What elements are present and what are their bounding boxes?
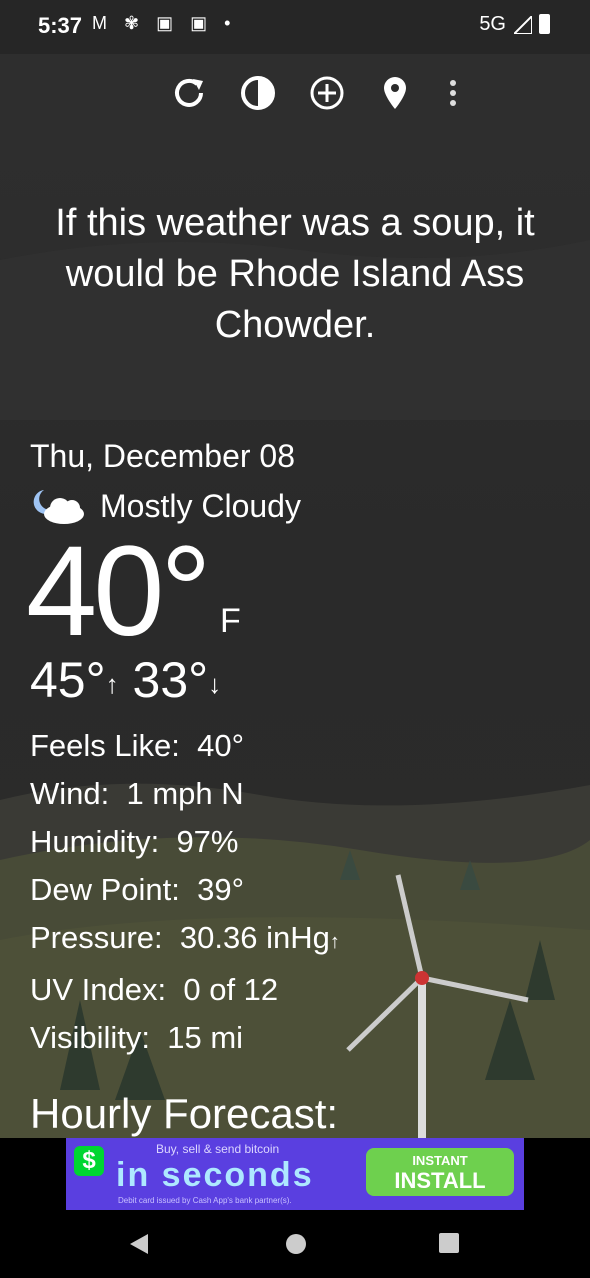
refresh-icon xyxy=(175,78,203,107)
dew-point-row: Dew Point: 39° xyxy=(30,866,340,914)
status-bar: 5:37 M ✾ ▣ ▣ • 5G xyxy=(0,0,590,54)
signal-icon xyxy=(514,16,532,34)
low-temp: 33° xyxy=(132,652,209,708)
forecast-date: Thu, December 08 xyxy=(30,438,296,474)
refresh-button[interactable] xyxy=(166,70,212,116)
pressure-label: Pressure: xyxy=(30,920,163,955)
more-options-button[interactable] xyxy=(430,70,476,116)
arrow-up-icon: ↑ xyxy=(105,668,119,699)
visibility-row: Visibility: 15 mi xyxy=(30,1014,340,1062)
weather-details: Feels Like: 40° Wind: 1 mph N Humidity: … xyxy=(30,722,340,1062)
condition-text: Mostly Cloudy xyxy=(100,487,301,524)
current-temperature: 40° xyxy=(26,520,212,663)
pressure-value: 30.36 inHg xyxy=(179,920,330,955)
location-button[interactable] xyxy=(372,70,418,116)
uv-row: UV Index: 0 of 12 xyxy=(30,966,340,1014)
wind-row: Wind: 1 mph N xyxy=(30,770,340,818)
ad-top-text: Buy, sell & send bitcoin xyxy=(156,1142,280,1156)
more-vert-icon xyxy=(450,80,456,106)
hourly-forecast-title: Hourly Forecast: xyxy=(30,1090,339,1137)
wind-value: 1 mph N xyxy=(126,776,244,811)
dew-point-label: Dew Point: xyxy=(30,872,180,907)
navigation-bar xyxy=(0,1212,590,1278)
status-time: 5:37 xyxy=(38,13,83,38)
theme-button[interactable] xyxy=(235,70,281,116)
high-low: 45°↑ 33°↓ xyxy=(30,650,221,714)
visibility-label: Visibility: xyxy=(30,1020,151,1055)
feels-like-row: Feels Like: 40° xyxy=(30,722,340,770)
cta-main-text: INSTALL xyxy=(394,1168,486,1193)
location-pin-icon xyxy=(384,77,406,109)
pressure-rising-icon: ↑ xyxy=(329,931,340,953)
recents-icon[interactable] xyxy=(438,1232,460,1254)
humidity-value: 97% xyxy=(176,824,239,859)
toolbar xyxy=(175,70,590,120)
uv-value: 0 of 12 xyxy=(183,972,279,1007)
theme-icon xyxy=(241,76,275,110)
banner-ad[interactable]: $ Buy, sell & send bitcoin in seconds De… xyxy=(66,1138,524,1210)
arrow-down-icon: ↓ xyxy=(208,668,222,699)
ad-bar: $ Buy, sell & send bitcoin in seconds De… xyxy=(0,1138,590,1212)
humidity-label: Humidity: xyxy=(30,824,160,859)
visibility-value: 15 mi xyxy=(167,1020,244,1055)
dew-point-value: 39° xyxy=(197,872,245,907)
install-button[interactable]: INSTANT INSTALL xyxy=(366,1148,514,1196)
snarky-headline: If this weather was a soup, it would be … xyxy=(55,202,535,346)
ad-small-text: Debit card issued by Cash App's bank par… xyxy=(118,1196,292,1205)
uv-label: UV Index: xyxy=(30,972,167,1007)
cash-app-logo: $ xyxy=(74,1146,104,1176)
add-location-icon xyxy=(310,76,344,110)
feels-like-label: Feels Like: xyxy=(30,728,180,763)
feels-like-value: 40° xyxy=(197,728,245,763)
ad-main-text: in seconds xyxy=(116,1156,314,1194)
high-temp: 45° xyxy=(30,652,106,708)
temperature-unit: F xyxy=(220,602,241,640)
humidity-row: Humidity: 97% xyxy=(30,818,340,866)
add-location-button[interactable] xyxy=(304,70,350,116)
wind-label: Wind: xyxy=(30,776,110,811)
cta-top-text: INSTANT xyxy=(412,1153,468,1168)
battery-icon xyxy=(539,14,550,34)
notification-icons: M ✾ ▣ ▣ • xyxy=(92,13,237,33)
network-label: 5G xyxy=(479,13,506,35)
home-icon[interactable] xyxy=(284,1232,308,1256)
pressure-row: Pressure: 30.36 inHg↑ xyxy=(30,914,340,966)
back-icon[interactable] xyxy=(128,1232,152,1256)
